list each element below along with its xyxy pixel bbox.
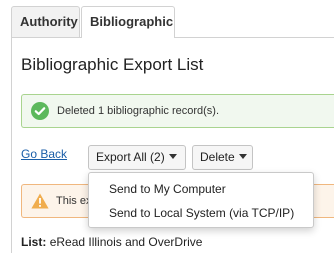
success-alert: Deleted 1 bibliographic record(s). [21,94,334,128]
warning-triangle-icon [31,193,49,209]
warning-alert-text: This ex [56,195,92,207]
go-back-link[interactable]: Go Back [21,147,67,161]
delete-button[interactable]: Delete [192,145,253,170]
success-alert-text: Deleted 1 bibliographic record(s). [57,105,220,117]
list-info: List: eRead Illinois and OverDrive [21,235,202,249]
chevron-down-icon [168,154,177,160]
export-all-button[interactable]: Export All (2) [88,145,186,170]
tab-authority[interactable]: Authority [11,6,80,37]
export-dropdown-menu: Send to My Computer Send to Local System… [88,172,314,228]
page-title: Bibliographic Export List [21,55,204,74]
delete-label: Delete [200,150,235,164]
check-circle-icon [31,102,49,120]
menu-item-send-to-my-computer[interactable]: Send to My Computer [89,177,313,201]
export-all-label: Export All (2) [96,150,165,164]
chevron-down-icon [238,154,247,160]
menu-item-send-to-local-system[interactable]: Send to Local System (via TCP/IP) [89,201,313,225]
tab-bar: Authority Bibliographic [0,0,334,38]
panel-border [11,37,12,253]
list-value: eRead Illinois and OverDrive [49,235,203,249]
tab-bibliographic[interactable]: Bibliographic [81,6,175,38]
list-label: List: [21,235,47,249]
